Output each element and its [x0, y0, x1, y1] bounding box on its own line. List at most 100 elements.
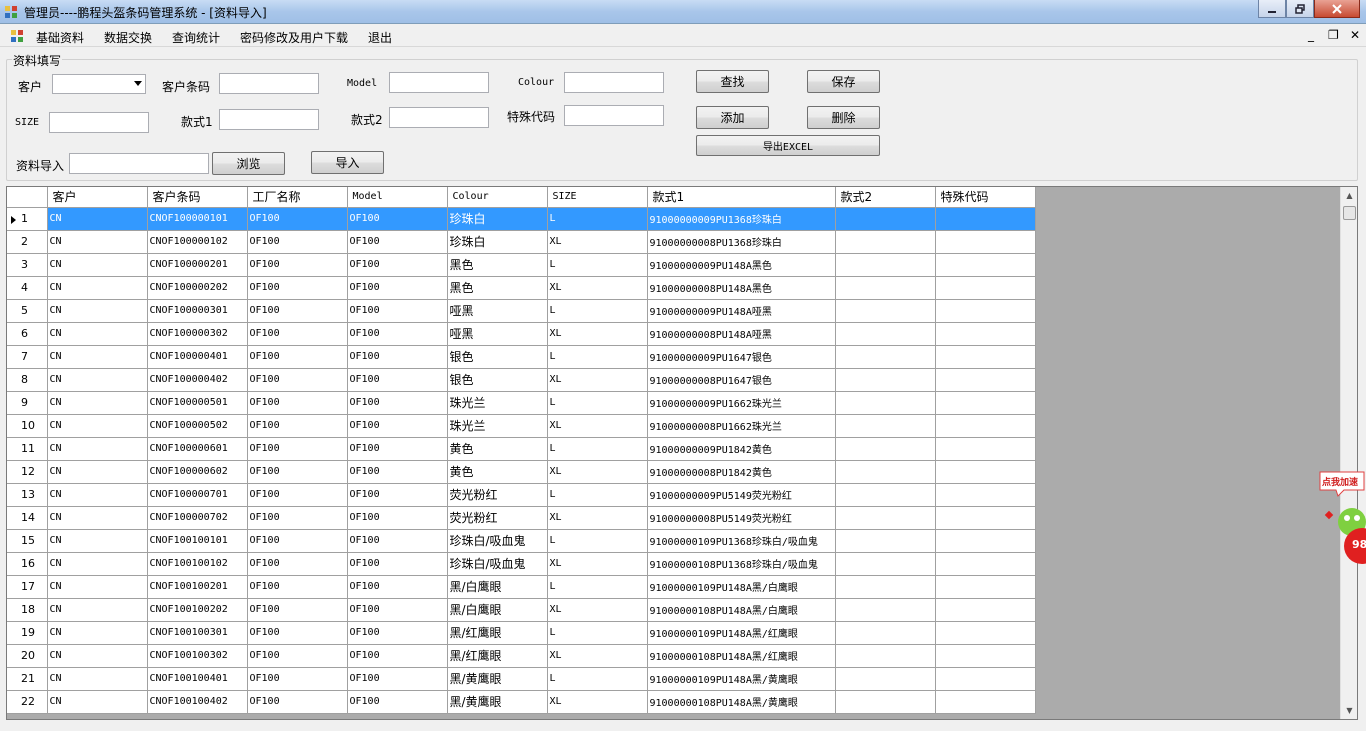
customer-cell[interactable]: CN	[47, 621, 148, 645]
customer-barcode-input[interactable]	[219, 73, 319, 94]
special-code-cell[interactable]	[935, 391, 1036, 415]
special-code-cell[interactable]	[935, 437, 1036, 461]
special-code-cell[interactable]	[935, 368, 1036, 392]
colour-cell[interactable]: 黄色	[447, 460, 548, 484]
style2-cell[interactable]	[835, 299, 936, 323]
special-code-cell[interactable]	[935, 690, 1036, 714]
factory-cell[interactable]: OF100	[247, 230, 348, 254]
factory-cell[interactable]: OF100	[247, 552, 348, 576]
table-row[interactable]: 13 CN CNOF100000701 OF100 OF100 荧光粉红 L 91000000…	[7, 483, 1036, 507]
table-row[interactable]: 18 CN CNOF100100202 OF100 OF100 黑/白鹰眼 XL 910000…	[7, 598, 1036, 622]
barcode-cell[interactable]: CNOF100000502	[147, 414, 248, 438]
style1-input[interactable]	[219, 109, 319, 130]
special-code-cell[interactable]	[935, 230, 1036, 254]
customer-cell[interactable]: CN	[47, 322, 148, 346]
special-code-input[interactable]	[564, 105, 664, 126]
scroll-up-icon[interactable]: ▲	[1341, 187, 1357, 204]
factory-cell[interactable]: OF100	[247, 598, 348, 622]
style1-cell[interactable]: 91000000108PU148A黑/黄鹰眼	[647, 690, 836, 714]
special-code-cell[interactable]	[935, 667, 1036, 691]
barcode-cell[interactable]: CNOF100100102	[147, 552, 248, 576]
style1-cell[interactable]: 91000000009PU5149荧光粉红	[647, 483, 836, 507]
colour-cell[interactable]: 珍珠白/吸血鬼	[447, 552, 548, 576]
model-cell[interactable]: OF100	[347, 322, 448, 346]
size-cell[interactable]: XL	[547, 276, 648, 300]
table-row[interactable]: 14 CN CNOF100000702 OF100 OF100 荧光粉红 XL 9100000…	[7, 506, 1036, 530]
customer-cell[interactable]: CN	[47, 391, 148, 415]
row-header[interactable]: 13	[7, 483, 48, 507]
table-row[interactable]: 6 CN CNOF100000302 OF100 OF100 哑黑 XL 9100000000…	[7, 322, 1036, 346]
style2-cell[interactable]	[835, 644, 936, 668]
special-code-cell[interactable]	[935, 253, 1036, 277]
model-cell[interactable]: OF100	[347, 506, 448, 530]
special-code-cell[interactable]	[935, 598, 1036, 622]
colour-cell[interactable]: 黑/红鹰眼	[447, 644, 548, 668]
size-cell[interactable]: L	[547, 299, 648, 323]
barcode-cell[interactable]: CNOF100000401	[147, 345, 248, 369]
vertical-scrollbar[interactable]: ▲ ▼	[1340, 187, 1357, 719]
model-cell[interactable]: OF100	[347, 391, 448, 415]
barcode-cell[interactable]: CNOF100000501	[147, 391, 248, 415]
row-header[interactable]: 17	[7, 575, 48, 599]
column-header[interactable]: 款式2	[835, 187, 936, 208]
special-code-cell[interactable]	[935, 483, 1036, 507]
child-minimize-icon[interactable]: _	[1308, 28, 1314, 42]
style1-cell[interactable]: 91000000009PU148A哑黑	[647, 299, 836, 323]
customer-cell[interactable]: CN	[47, 276, 148, 300]
colour-cell[interactable]: 珍珠白	[447, 207, 548, 231]
import-button[interactable]: 导入	[311, 151, 384, 174]
menu-data-exchange[interactable]: 数据交换	[104, 29, 152, 46]
table-row[interactable]: 12 CN CNOF100000602 OF100 OF100 黄色 XL 910000000…	[7, 460, 1036, 484]
close-button[interactable]	[1314, 0, 1360, 18]
column-header[interactable]: 客户条码	[147, 187, 248, 208]
customer-cell[interactable]: CN	[47, 644, 148, 668]
special-code-cell[interactable]	[935, 345, 1036, 369]
special-code-cell[interactable]	[935, 414, 1036, 438]
size-cell[interactable]: XL	[547, 690, 648, 714]
delete-button[interactable]: 删除	[807, 106, 880, 129]
colour-cell[interactable]: 黑色	[447, 276, 548, 300]
row-header[interactable]: 5	[7, 299, 48, 323]
style2-cell[interactable]	[835, 391, 936, 415]
style1-cell[interactable]: 91000000109PU1368珍珠白/吸血鬼	[647, 529, 836, 553]
model-cell[interactable]: OF100	[347, 644, 448, 668]
barcode-cell[interactable]: CNOF100000102	[147, 230, 248, 254]
barcode-cell[interactable]: CNOF100100302	[147, 644, 248, 668]
special-code-cell[interactable]	[935, 575, 1036, 599]
row-header[interactable]: 15	[7, 529, 48, 553]
factory-cell[interactable]: OF100	[247, 437, 348, 461]
table-row[interactable]: 4 CN CNOF100000202 OF100 OF100 黑色 XL 9100000000…	[7, 276, 1036, 300]
style1-cell[interactable]: 91000000008PU148A哑黑	[647, 322, 836, 346]
barcode-cell[interactable]: CNOF100000602	[147, 460, 248, 484]
size-cell[interactable]: L	[547, 667, 648, 691]
size-cell[interactable]: L	[547, 391, 648, 415]
colour-cell[interactable]: 珍珠白/吸血鬼	[447, 529, 548, 553]
style1-cell[interactable]: 91000000009PU148A黑色	[647, 253, 836, 277]
table-row[interactable]: 1 CN CNOF100000101 OF100 OF100 珍珠白 L 9100000000…	[7, 207, 1036, 231]
import-file-input[interactable]	[69, 153, 209, 174]
colour-cell[interactable]: 珍珠白	[447, 230, 548, 254]
row-header[interactable]: 18	[7, 598, 48, 622]
colour-cell[interactable]: 黑色	[447, 253, 548, 277]
colour-cell[interactable]: 黑/黄鹰眼	[447, 667, 548, 691]
style2-cell[interactable]	[835, 230, 936, 254]
row-header[interactable]: 3	[7, 253, 48, 277]
customer-cell[interactable]: CN	[47, 667, 148, 691]
table-row[interactable]: 17 CN CNOF100100201 OF100 OF100 黑/白鹰眼 L 9100000…	[7, 575, 1036, 599]
factory-cell[interactable]: OF100	[247, 506, 348, 530]
style2-cell[interactable]	[835, 368, 936, 392]
factory-cell[interactable]: OF100	[247, 644, 348, 668]
style2-cell[interactable]	[835, 552, 936, 576]
customer-cell[interactable]: CN	[47, 598, 148, 622]
scroll-thumb[interactable]	[1343, 206, 1356, 220]
column-header[interactable]: Model	[347, 187, 448, 208]
row-header[interactable]: 14	[7, 506, 48, 530]
customer-cell[interactable]: CN	[47, 552, 148, 576]
colour-input[interactable]	[564, 72, 664, 93]
row-header[interactable]: 22	[7, 690, 48, 714]
style1-cell[interactable]: 91000000109PU148A黑/黄鹰眼	[647, 667, 836, 691]
table-row[interactable]: 7 CN CNOF100000401 OF100 OF100 银色 L 91000000009…	[7, 345, 1036, 369]
browse-button[interactable]: 浏览	[212, 152, 285, 175]
factory-cell[interactable]: OF100	[247, 575, 348, 599]
row-header[interactable]: 6	[7, 322, 48, 346]
